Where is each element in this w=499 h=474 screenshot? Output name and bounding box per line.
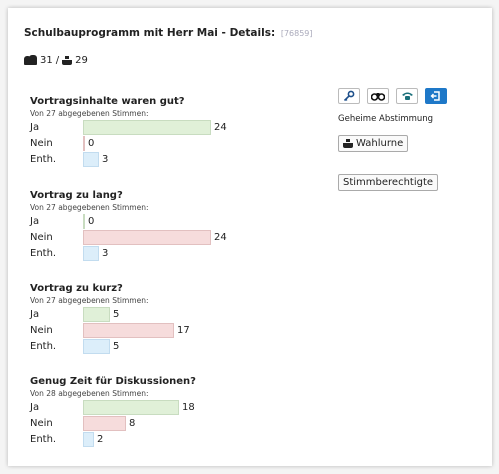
question-block: Genug Zeit für Diskussionen? Von 28 abge… [30, 375, 270, 448]
result-bar-ja [83, 400, 179, 415]
eligible-voters-button-label: Stimmberechtigte [343, 177, 434, 188]
answer-row-enth: Enth. 2 [30, 432, 270, 448]
answer-label: Ja [30, 402, 40, 413]
phone-button[interactable] [396, 88, 418, 104]
key-button[interactable] [338, 88, 360, 104]
vote-counts: 31 / 29 [24, 55, 88, 66]
answer-row-nein: Nein 0 [30, 136, 270, 152]
result-value: 3 [102, 154, 109, 165]
result-bar-nein [83, 136, 85, 151]
people-icon [24, 55, 37, 66]
result-bar-ja [83, 214, 85, 229]
answer-label: Enth. [30, 434, 57, 445]
ballot-box-icon [62, 56, 73, 65]
vote-count: 29 [75, 55, 88, 66]
page-title: Schulbauprogramm mit Herr Mai - Details:… [24, 27, 313, 39]
result-bar-nein [83, 230, 211, 245]
question-subtitle: Von 28 abgegebenen Stimmen: [30, 389, 149, 398]
question-title: Vortrag zu lang? [30, 190, 123, 201]
question-title: Vortrag zu kurz? [30, 283, 123, 294]
question-title: Vortragsinhalte waren gut? [30, 96, 185, 107]
count-separator: / [55, 55, 60, 66]
result-value: 0 [88, 216, 95, 227]
attendee-count: 31 [40, 55, 53, 66]
answer-row-ja: Ja 24 [30, 120, 270, 136]
answer-row-enth: Enth. 3 [30, 152, 270, 168]
phone-icon [401, 92, 413, 100]
answer-label: Enth. [30, 154, 57, 165]
answer-row-enth: Enth. 3 [30, 246, 270, 262]
question-block: Vortrag zu kurz? Von 27 abgegebenen Stim… [30, 282, 270, 355]
result-value: 5 [113, 309, 120, 320]
result-value: 18 [182, 402, 195, 413]
result-value: 0 [88, 138, 95, 149]
action-icon-bar [338, 88, 447, 104]
result-value: 24 [214, 232, 227, 243]
answer-row-nein: Nein 24 [30, 230, 270, 246]
binoculars-icon [371, 93, 385, 101]
answer-row-ja: Ja 18 [30, 400, 270, 416]
question-subtitle: Von 27 abgegebenen Stimmen: [30, 203, 149, 212]
result-bar-ja [83, 120, 211, 135]
ballot-box-button[interactable]: Wahlurne [338, 135, 409, 152]
result-bar-nein [83, 323, 174, 338]
answer-label: Ja [30, 216, 40, 227]
eligible-voters-button[interactable]: Stimmberechtigte [338, 174, 439, 191]
answer-label: Nein [30, 232, 53, 243]
question-block: Vortragsinhalte waren gut? Von 27 abgege… [30, 95, 270, 168]
logout-button[interactable] [425, 88, 447, 104]
result-value: 2 [97, 434, 104, 445]
answer-label: Nein [30, 418, 53, 429]
key-icon [343, 90, 355, 102]
result-bar-enth [83, 432, 94, 447]
ballot-box-button-label: Wahlurne [356, 138, 404, 149]
answer-label: Enth. [30, 341, 57, 352]
answer-row-nein: Nein 17 [30, 323, 270, 339]
binoculars-button[interactable] [367, 88, 389, 104]
answer-row-enth: Enth. 5 [30, 339, 270, 355]
result-bar-enth [83, 152, 99, 167]
answer-label: Nein [30, 325, 53, 336]
secret-vote-label: Geheime Abstimmung [338, 114, 434, 124]
result-bar-ja [83, 307, 110, 322]
logout-icon [430, 91, 440, 101]
result-value: 17 [177, 325, 190, 336]
record-id: [76859] [280, 29, 313, 38]
question-title: Genug Zeit für Diskussionen? [30, 376, 196, 387]
answer-row-ja: Ja 0 [30, 214, 270, 230]
question-subtitle: Von 27 abgegebenen Stimmen: [30, 109, 149, 118]
question-block: Vortrag zu lang? Von 27 abgegebenen Stim… [30, 189, 270, 262]
result-bar-enth [83, 339, 110, 354]
answer-label: Ja [30, 309, 40, 320]
question-subtitle: Von 27 abgegebenen Stimmen: [30, 296, 149, 305]
answer-label: Ja [30, 122, 40, 133]
result-value: 8 [129, 418, 136, 429]
result-value: 24 [214, 122, 227, 133]
result-bar-enth [83, 246, 99, 261]
result-value: 5 [113, 341, 120, 352]
title-text: Schulbauprogramm mit Herr Mai - Details: [24, 27, 276, 39]
answer-row-ja: Ja 5 [30, 307, 270, 323]
result-bar-nein [83, 416, 126, 431]
ballot-box-icon [343, 139, 353, 148]
answer-row-nein: Nein 8 [30, 416, 270, 432]
answer-label: Nein [30, 138, 53, 149]
result-value: 3 [102, 248, 109, 259]
answer-label: Enth. [30, 248, 57, 259]
